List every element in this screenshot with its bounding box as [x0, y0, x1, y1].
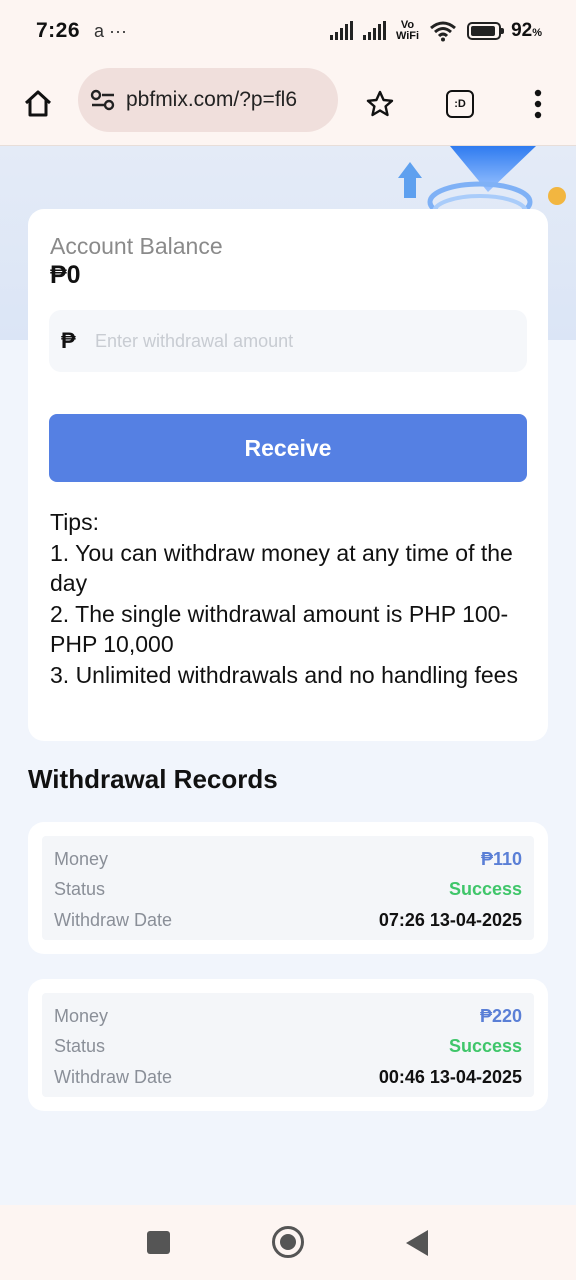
money-label: Money — [54, 1005, 109, 1026]
receive-button[interactable]: Receive — [49, 414, 527, 482]
tip-item: 3. Unlimited withdrawals and no handling… — [50, 661, 518, 688]
tip-item: 2. The single withdrawal amount is PHP 1… — [50, 600, 509, 658]
status-label: Status — [54, 879, 106, 900]
home-icon — [24, 90, 52, 117]
tip-item: 1. You can withdraw money at any time of… — [50, 539, 513, 597]
record-row-money: Money ₱110 — [54, 844, 522, 875]
record-row-date: Withdraw Date 00:46 13-04-2025 — [54, 1062, 522, 1093]
status-bar: 7:26 a ··· Vo WiFi 92% — [0, 0, 576, 62]
record-card: Money ₱110 Status Success Withdraw Date … — [28, 822, 548, 954]
record-details: Money ₱110 Status Success Withdraw Date … — [42, 836, 534, 940]
date-label: Withdraw Date — [54, 1066, 173, 1087]
withdrawal-amount-field[interactable]: ₱ — [49, 310, 527, 372]
money-label: Money — [54, 848, 109, 869]
system-nav-bar — [0, 1205, 576, 1280]
wifi-icon — [430, 21, 457, 42]
tips: Tips: 1. You can withdraw money at any t… — [50, 507, 540, 690]
signal-icon-2 — [362, 21, 386, 40]
home-nav-button[interactable] — [272, 1226, 304, 1258]
money-value: ₱110 — [480, 848, 522, 869]
home-button[interactable] — [14, 80, 62, 128]
vowifi-icon: Vo WiFi — [395, 19, 420, 42]
money-value: ₱220 — [479, 1005, 522, 1026]
site-settings-icon — [90, 89, 115, 111]
record-row-date: Withdraw Date 07:26 13-04-2025 — [54, 905, 522, 936]
record-row-money: Money ₱220 — [54, 1001, 522, 1032]
status-value: Success — [448, 879, 522, 900]
withdraw-card: Account Balance ₱0 ₱ Receive Tips: 1. Yo… — [28, 209, 548, 741]
date-value: 07:26 13-04-2025 — [378, 909, 522, 930]
date-label: Withdraw Date — [54, 909, 173, 930]
menu-button[interactable] — [514, 80, 562, 128]
balance-value: ₱0 — [50, 261, 81, 289]
record-card: Money ₱220 Status Success Withdraw Date … — [28, 979, 548, 1111]
peso-icon: ₱ — [61, 328, 76, 353]
withdrawal-amount-input[interactable] — [95, 330, 495, 352]
browser-toolbar: pbfmix.com/?p=fl6 :D — [0, 62, 576, 146]
tab-switcher-button[interactable]: :D — [436, 80, 484, 128]
signal-icon — [329, 21, 353, 40]
notification-icons: a ··· — [94, 20, 128, 41]
records-title: Withdrawal Records — [28, 764, 278, 794]
bookmark-button[interactable] — [356, 80, 404, 128]
status-value: Success — [448, 1036, 522, 1057]
url-text: pbfmix.com/?p=fl6 — [126, 88, 297, 111]
battery-icon — [467, 22, 505, 40]
address-bar[interactable]: pbfmix.com/?p=fl6 — [78, 68, 338, 132]
date-value: 00:46 13-04-2025 — [378, 1066, 522, 1087]
balance-label: Account Balance — [50, 233, 223, 259]
battery-percent: 92% — [511, 20, 542, 41]
record-row-status: Status Success — [54, 875, 522, 906]
record-details: Money ₱220 Status Success Withdraw Date … — [42, 993, 534, 1097]
more-vert-icon — [534, 89, 542, 119]
back-button[interactable] — [406, 1230, 428, 1256]
home-circle-icon — [280, 1234, 296, 1250]
recents-button[interactable] — [147, 1231, 170, 1254]
star-icon — [366, 90, 394, 117]
status-label: Status — [54, 1036, 106, 1057]
status-icons: Vo WiFi 92% — [329, 19, 542, 42]
tips-title: Tips: — [50, 509, 99, 535]
tab-count: :D — [446, 90, 474, 118]
record-row-status: Status Success — [54, 1032, 522, 1063]
clock: 7:26 — [36, 19, 81, 42]
